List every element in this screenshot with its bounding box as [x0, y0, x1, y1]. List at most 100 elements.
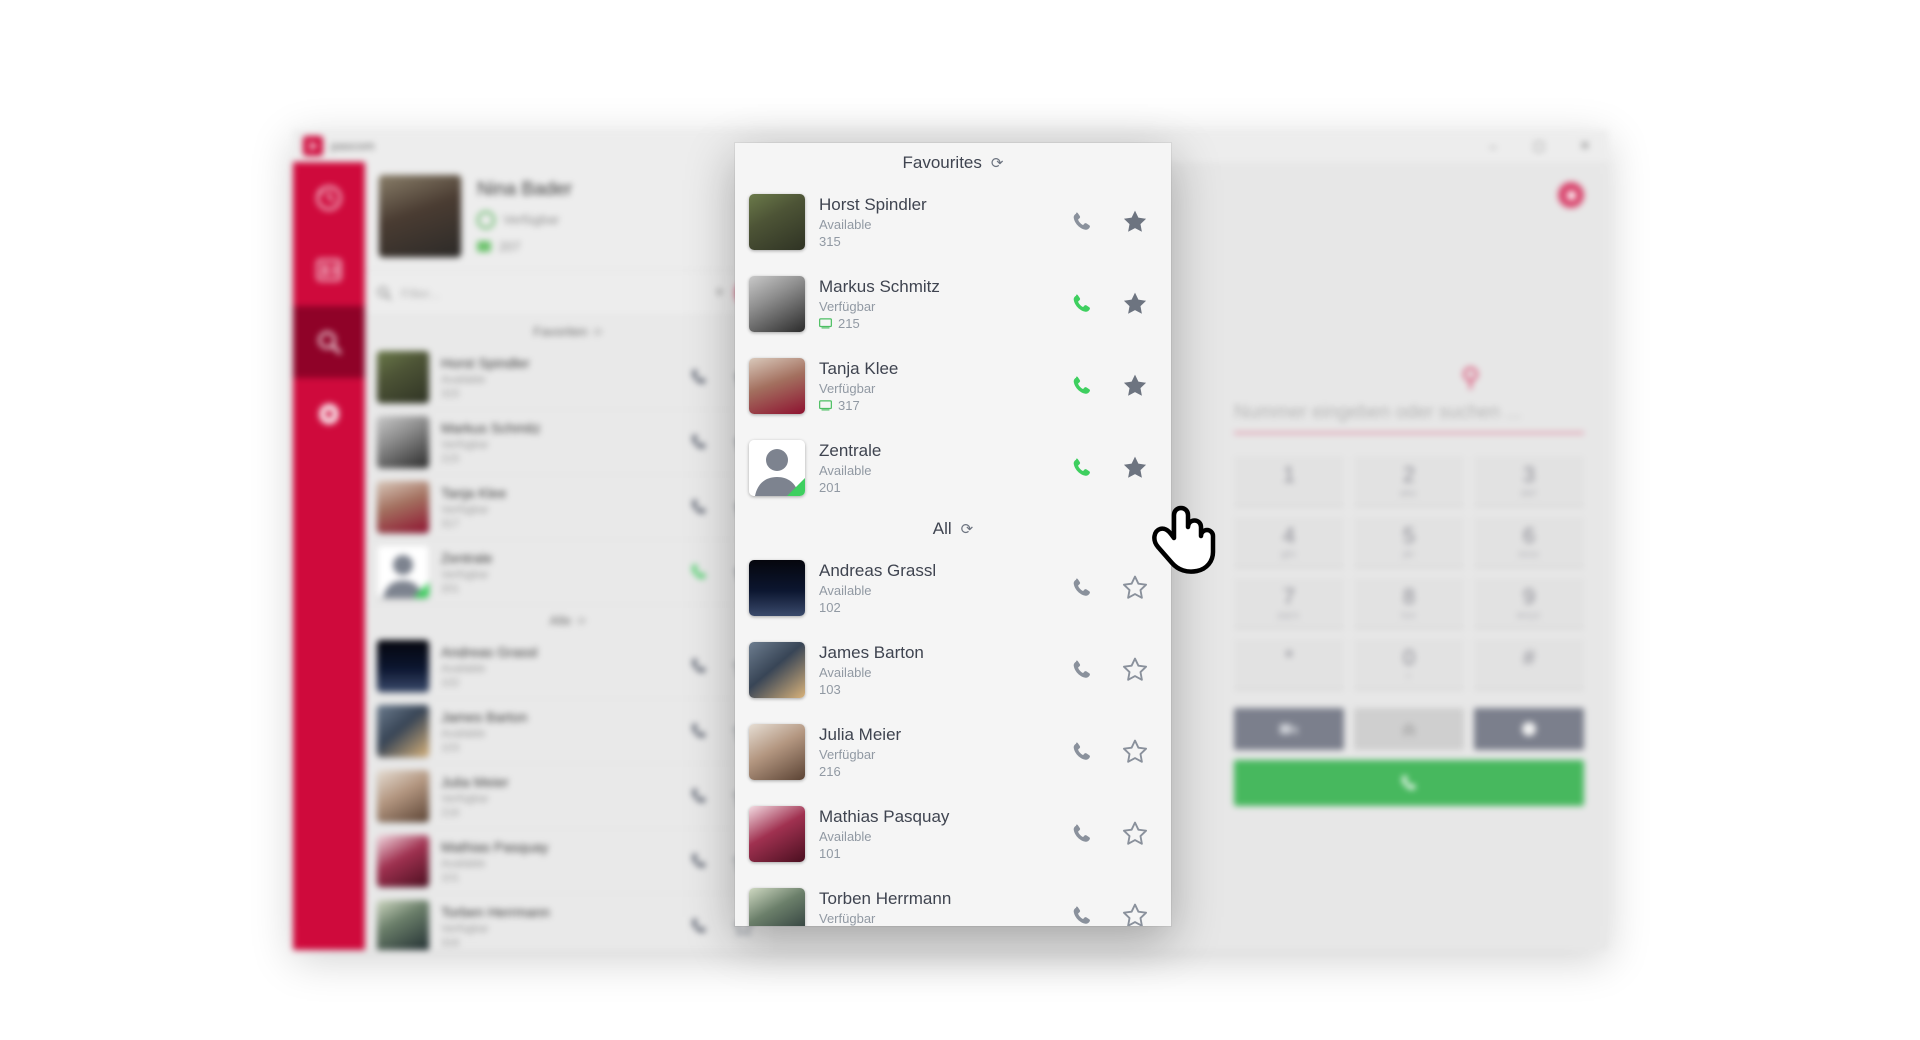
my-profile-card[interactable]: Nina Bader Verfügbar 207 ▼ [365, 162, 771, 271]
background-contact-row[interactable]: Zentrale Verfügbar 201 [365, 540, 771, 605]
sidebar-item-search[interactable] [293, 306, 365, 378]
key-digit: * [1284, 645, 1294, 670]
call-button[interactable] [1069, 903, 1095, 926]
home-button[interactable] [1354, 708, 1464, 750]
call-button[interactable] [1069, 657, 1095, 683]
call-button[interactable] [1069, 739, 1095, 765]
call-button[interactable] [1069, 455, 1095, 481]
call-button[interactable] [688, 366, 710, 388]
background-contact-row[interactable]: Horst Spindler Available 315 [365, 345, 771, 410]
number-input[interactable]: Nummer eingeben oder suchen ... [1234, 402, 1584, 434]
keypad-key-3[interactable]: 3 def [1474, 456, 1584, 507]
contact-name: Torben Herrmann [819, 888, 952, 908]
favourite-toggle[interactable] [1121, 574, 1149, 602]
call-button[interactable] [688, 655, 710, 677]
avatar [749, 888, 805, 926]
search-icon [377, 286, 392, 301]
sidebar-item-contacts[interactable] [293, 234, 365, 306]
background-contact-row[interactable]: Julia Meier Verfügbar 216 [365, 764, 771, 829]
gear-icon [318, 402, 340, 426]
contact-row[interactable]: Horst Spindler Available 315 [735, 181, 1171, 263]
key-digit: 7 [1282, 584, 1296, 609]
phone-handset-icon [691, 658, 706, 673]
maximize-button[interactable]: ▢ [1516, 130, 1562, 162]
contact-row[interactable]: Andreas Grassl Available 102 [735, 547, 1171, 629]
contact-row[interactable]: Markus Schmitz Verfügbar 215 [735, 263, 1171, 345]
close-button[interactable]: ✕ [1562, 130, 1608, 162]
call-button[interactable] [688, 915, 710, 937]
background-contact-row[interactable]: Torben Herrmann Verfügbar 316 [365, 894, 771, 950]
avatar-wrapper [749, 888, 805, 926]
favourite-toggle[interactable] [1121, 208, 1149, 236]
keypad-key-1[interactable]: 1 [1234, 456, 1344, 507]
favourite-toggle[interactable] [1121, 454, 1149, 482]
keypad-key-7[interactable]: 7 pqrs [1234, 578, 1344, 629]
background-contact-row[interactable]: Andreas Grassl Available 102 [365, 634, 771, 699]
desktop-monitor-icon [819, 400, 832, 411]
call-button[interactable] [688, 720, 710, 742]
avatar [377, 351, 429, 403]
avatar-wrapper [749, 440, 805, 496]
call-button[interactable] [688, 496, 710, 518]
favourite-toggle[interactable] [1121, 738, 1149, 766]
contact-info: Torben Herrmann Verfügbar316 [441, 904, 688, 949]
contact-extension: 317 [441, 517, 460, 530]
contact-row[interactable]: Mathias Pasquay Available 101 [735, 793, 1171, 875]
minimize-button[interactable]: – [1470, 130, 1516, 162]
favourite-toggle[interactable] [1121, 290, 1149, 318]
keypad-key-6[interactable]: 6 mno [1474, 517, 1584, 568]
call-button[interactable] [1069, 209, 1095, 235]
contact-status: Available [819, 217, 872, 233]
call-button[interactable] [688, 431, 710, 453]
star-icon [1122, 903, 1148, 926]
keypad-key-8[interactable]: 8 tuv [1354, 578, 1464, 629]
keypad-key-4[interactable]: 4 ghi [1234, 517, 1344, 568]
background-contact-row[interactable]: James Barton Available 103 [365, 699, 771, 764]
contact-info: Julia Meier Verfügbar 216 [441, 774, 688, 819]
keypad-key-hash[interactable]: # [1474, 639, 1584, 690]
call-button[interactable] [1069, 821, 1095, 847]
video-call-button[interactable] [1234, 708, 1344, 750]
keypad-key-star[interactable]: * [1234, 639, 1344, 690]
sidebar-item-settings[interactable] [293, 378, 365, 450]
keypad-key-2[interactable]: 2 abc [1354, 456, 1464, 507]
favourite-toggle[interactable] [1121, 656, 1149, 684]
phone-handset-icon [1073, 212, 1090, 230]
call-button[interactable] [688, 785, 710, 807]
call-button[interactable] [1234, 760, 1584, 806]
avatar [749, 276, 805, 332]
background-contact-row[interactable]: Mathias Pasquay Available 101 [365, 829, 771, 894]
call-button[interactable] [1069, 373, 1095, 399]
chevron-down-icon[interactable]: ▼ [714, 287, 725, 299]
record-button[interactable] [1474, 708, 1584, 750]
contact-row[interactable]: Zentrale Available 201 [735, 427, 1171, 509]
favourite-toggle[interactable] [1121, 902, 1149, 926]
star-icon [1122, 657, 1148, 681]
call-button[interactable] [688, 850, 710, 872]
background-contact-row[interactable]: Markus Schmitz Verfügbar 215 [365, 410, 771, 475]
contact-row[interactable]: Julia Meier Verfügbar 216 [735, 711, 1171, 793]
call-button[interactable] [688, 561, 710, 583]
call-button[interactable] [1069, 291, 1095, 317]
sidebar-item-history[interactable] [293, 162, 365, 234]
avatar [377, 416, 429, 468]
contacts-popup[interactable]: Favourites ⟳ Horst Spindler Available 315 M… [735, 143, 1171, 926]
refresh-icon[interactable]: ⟳ [991, 154, 1004, 172]
call-button[interactable] [1069, 575, 1095, 601]
keypad-key-9[interactable]: 9 wxyz [1474, 578, 1584, 629]
popup-favourites-label: Favourites [902, 153, 982, 172]
refresh-icon[interactable]: ⟳ [961, 520, 974, 538]
filter-input[interactable]: Filter... [401, 286, 706, 301]
keypad-key-0[interactable]: 0 + [1354, 639, 1464, 690]
dialpad-panel: Nummer eingeben oder suchen ... 1 2 abc 3 de… [1234, 402, 1584, 806]
contact-row[interactable]: James Barton Available 103 [735, 629, 1171, 711]
contact-row[interactable]: Torben HerrmannVerfügbar316 [735, 875, 1171, 926]
contact-row[interactable]: Tanja Klee Verfügbar 317 [735, 345, 1171, 427]
background-contact-row[interactable]: Tanja Klee Verfügbar 317 [365, 475, 771, 540]
record-dot-icon[interactable] [1558, 182, 1584, 208]
contacts-column: Nina Bader Verfügbar 207 ▼ Filter... ▼ [365, 162, 772, 950]
keypad-key-5[interactable]: 5 jkl [1354, 517, 1464, 568]
favourite-toggle[interactable] [1121, 372, 1149, 400]
contact-actions [1069, 738, 1149, 766]
favourite-toggle[interactable] [1121, 820, 1149, 848]
